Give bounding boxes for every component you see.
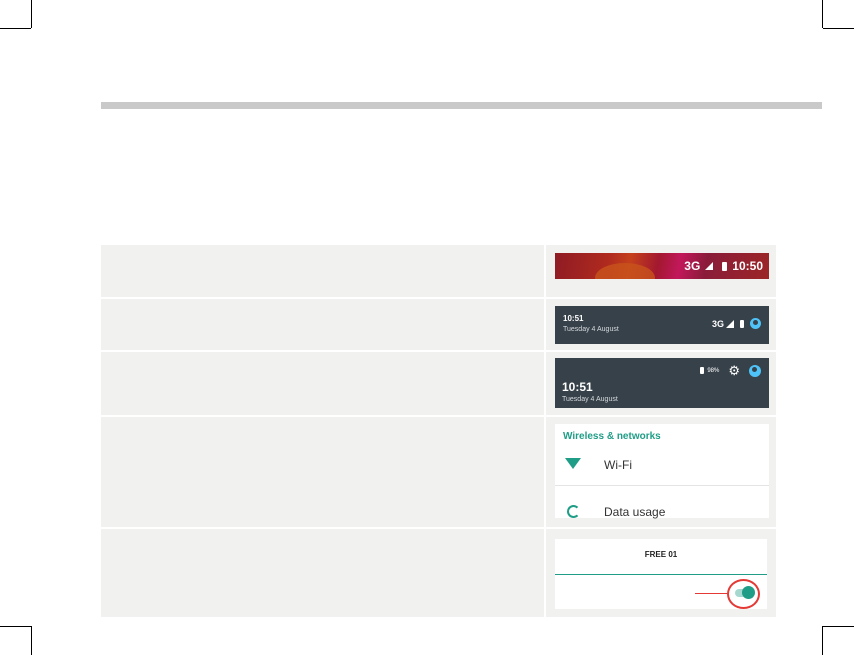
steps-table: 3G 10:50 10:51 Tuesday 4 August 3G 98% ⚙…	[101, 245, 776, 617]
header-rule	[101, 102, 822, 109]
network-type: 3G	[684, 259, 701, 273]
network-type: 3G	[711, 318, 724, 329]
callout-line	[695, 593, 728, 594]
crop-mark-top-right-v	[822, 0, 823, 28]
wifi-network-screenshot: FREE 01	[555, 539, 767, 609]
status-icons: 3G 10:50	[684, 259, 763, 273]
crop-mark-top-left-v	[31, 0, 32, 28]
gear-icon[interactable]: ⚙	[728, 364, 740, 377]
crop-mark-top-left-h	[0, 28, 31, 29]
status-bar-screenshot: 3G 10:50	[555, 253, 769, 279]
row-divider	[101, 415, 776, 417]
quick-settings-date: Tuesday 4 August	[562, 396, 618, 403]
title-underline	[555, 574, 767, 575]
signal-icon	[705, 262, 714, 270]
settings-divider	[555, 485, 769, 486]
battery-level: 98%	[707, 367, 720, 374]
highlight-circle	[727, 579, 760, 609]
column-divider	[544, 245, 546, 617]
crop-mark-bottom-right-h	[823, 626, 854, 627]
settings-screenshot: Wireless & networks Wi-Fi Data usage	[555, 424, 769, 519]
avatar-icon[interactable]	[750, 318, 761, 329]
crop-mark-bottom-left-v	[31, 626, 32, 655]
quick-settings-screenshot: 98% ⚙ 10:51 Tuesday 4 August	[555, 358, 769, 408]
shade-date: Tuesday 4 August	[563, 326, 619, 333]
row-divider	[101, 350, 776, 352]
wallpaper-shape	[595, 263, 655, 279]
notification-shade-screenshot: 10:51 Tuesday 4 August 3G	[555, 306, 769, 344]
network-ssid: FREE 01	[644, 550, 678, 559]
settings-item-wifi[interactable]: Wi-Fi	[555, 450, 769, 480]
signal-icon	[726, 319, 734, 328]
battery-icon	[740, 319, 744, 328]
settings-item-label: Data usage	[604, 505, 666, 519]
status-time: 10:50	[732, 259, 763, 273]
row-divider	[101, 527, 776, 529]
quick-settings-time: 10:51	[562, 380, 593, 394]
quick-settings-icons: 98% ⚙	[700, 364, 761, 377]
crop-mark-bottom-right-v	[822, 626, 823, 655]
battery-icon	[700, 367, 705, 374]
shade-icons: 3G	[712, 318, 761, 329]
shade-time: 10:51	[563, 314, 584, 323]
settings-item-data-usage[interactable]: Data usage	[555, 497, 769, 527]
row-divider	[101, 297, 776, 299]
battery-icon	[722, 261, 728, 271]
avatar-icon[interactable]	[749, 364, 761, 377]
wifi-icon	[565, 458, 581, 469]
crop-mark-top-right-h	[823, 28, 854, 29]
settings-item-label: Wi-Fi	[604, 458, 632, 472]
crop-mark-bottom-left-h	[0, 626, 31, 627]
data-usage-icon	[567, 505, 580, 518]
settings-section-header: Wireless & networks	[563, 431, 661, 442]
